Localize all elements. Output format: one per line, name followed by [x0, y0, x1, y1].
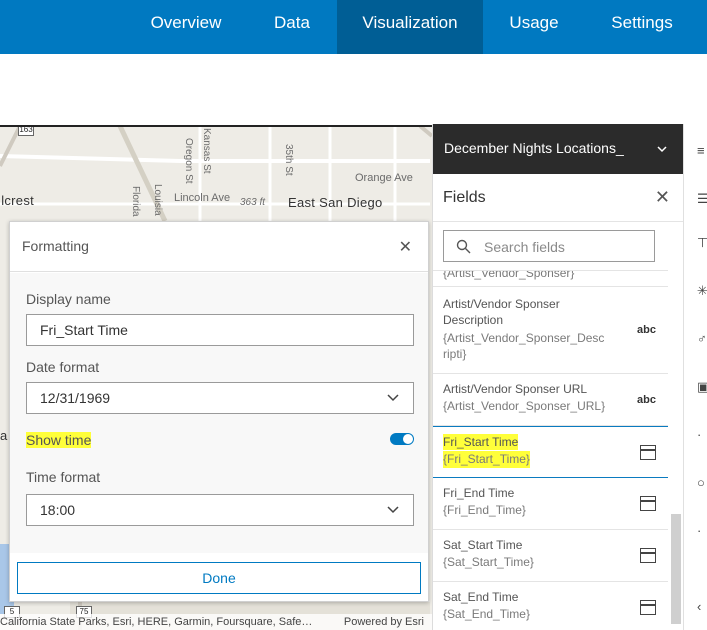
calendar-icon [640, 600, 656, 615]
map-label-orange-ave: Orange Ave [355, 172, 413, 184]
map-label-lincoln-ave: Lincoln Ave [174, 192, 231, 204]
field-name: Description [443, 313, 504, 327]
date-format-select[interactable]: 12/31/1969 [26, 382, 414, 414]
display-name-label: Display name [26, 291, 111, 307]
scrollbar-thumb[interactable] [671, 514, 681, 624]
fields-panel: December Nights Locations_ Fields ✕ Sear… [432, 124, 684, 630]
field-expression: {Fri_Start_Time} [443, 451, 530, 468]
fields-header: Fields ✕ [433, 174, 684, 222]
string-type-icon: abc [637, 394, 656, 406]
filter-icon[interactable]: ⊤ [697, 236, 707, 250]
field-expression: ripti} [443, 347, 467, 361]
formatting-body: Display name Fri_Start Time Date format … [10, 273, 428, 553]
list-item[interactable]: Artist/Vendor Sponser URL {Artist_Vendor… [433, 374, 668, 426]
pop-ups-icon[interactable]: ♂ [697, 332, 707, 346]
powered-by-link[interactable]: Powered by Esri [344, 614, 424, 630]
layers-icon[interactable]: ≡ [697, 144, 707, 158]
search-input[interactable]: Search fields [443, 230, 655, 262]
list-item[interactable]: Fri_Start Time {Fri_Start_Time} [433, 426, 668, 478]
chevron-down-icon [387, 394, 399, 402]
map-attribution: California State Parks, Esri, HERE, Garm… [0, 614, 432, 630]
list-item[interactable]: {Artist_Vendor_Sponser} [433, 270, 668, 287]
display-name-input[interactable]: Fri_Start Time [26, 314, 414, 346]
time-format-value: 18:00 [40, 502, 76, 518]
calendar-icon [640, 548, 656, 563]
date-format-label: Date format [26, 359, 100, 375]
map-label-louisiana: Louisia [152, 184, 163, 216]
map-label-florida: Florida [130, 186, 141, 217]
show-time-label: Show time [26, 432, 92, 448]
attribution-text: California State Parks, Esri, HERE, Garm… [0, 616, 313, 628]
field-name: Artist/Vendor Sponser URL [443, 382, 588, 396]
string-type-icon: abc [637, 324, 656, 336]
field-name: Artist/Vendor Sponser [443, 297, 560, 311]
field-expression: {Sat_Start_Time} [443, 555, 534, 569]
effects-icon[interactable]: ✳ [697, 284, 707, 298]
show-time-toggle[interactable] [390, 433, 414, 445]
map-label-fragment: a [0, 428, 8, 443]
field-expression: {Artist_Vendor_Sponser} [443, 270, 575, 280]
layer-name: December Nights Locations_ [444, 140, 624, 156]
field-name: Fri_Start Time [443, 434, 519, 450]
side-toolbar: ≡ ☰ ⊤ ✳ ♂ ▣ · ○ · ‹ [683, 124, 707, 630]
close-icon[interactable]: ✕ [655, 187, 670, 208]
map-border [0, 125, 432, 127]
field-expression: {Artist_Vendor_Sponser_URL} [443, 399, 606, 413]
tab-overview[interactable]: Overview [137, 0, 235, 54]
tab-visualization[interactable]: Visualization [337, 0, 483, 54]
list-item[interactable]: Artist/Vendor Sponser Description {Artis… [433, 287, 668, 374]
calendar-icon [640, 445, 656, 460]
search-icon [456, 239, 471, 254]
properties-icon[interactable]: · [697, 524, 707, 538]
formatting-header: Formatting ✕ [10, 222, 428, 272]
formatting-title: Formatting [22, 238, 89, 254]
more-icon[interactable]: · [697, 428, 707, 442]
field-name: Sat_Start Time [443, 538, 523, 552]
map-label-35th-st: 35th St [283, 144, 294, 176]
tab-settings[interactable]: Settings [594, 0, 690, 54]
close-icon[interactable]: ✕ [399, 237, 412, 257]
fields-list: {Artist_Vendor_Sponser} Artist/Vendor Sp… [433, 270, 668, 630]
chevron-down-icon [657, 146, 667, 153]
formatting-panel: Formatting ✕ Display name Fri_Start Time… [9, 221, 429, 602]
map-label-oregon-st: Oregon St [183, 138, 194, 184]
search-placeholder: Search fields [484, 239, 565, 255]
field-name: Sat_End Time [443, 590, 519, 604]
highway-shield-icon: 163 [18, 126, 34, 136]
done-button[interactable]: Done [17, 562, 421, 594]
collapse-icon[interactable]: ‹ [697, 600, 707, 614]
list-item[interactable]: Fri_End Time {Fri_End_Time} [433, 478, 668, 530]
field-expression: {Artist_Vendor_Sponser_Desc [443, 331, 605, 345]
map-label-hillcrest: llcrest [0, 193, 35, 208]
styles-icon[interactable]: ☰ [697, 192, 707, 206]
fields-icon[interactable]: ▣ [697, 380, 707, 394]
field-expression: {Fri_End_Time} [443, 503, 526, 517]
field-name: Fri_End Time [443, 486, 515, 500]
calendar-icon [640, 496, 656, 511]
time-format-select[interactable]: 18:00 [26, 494, 414, 526]
top-nav-bar: Overview Data Visualization Usage Settin… [0, 0, 707, 54]
list-item[interactable]: Sat_End Time {Sat_End_Time} [433, 582, 668, 630]
list-item[interactable]: Sat_Start Time {Sat_Start_Time} [433, 530, 668, 582]
field-expression: {Sat_End_Time} [443, 607, 530, 621]
time-format-label: Time format [26, 469, 101, 485]
layer-selector[interactable]: December Nights Locations_ [433, 124, 684, 174]
tab-usage[interactable]: Usage [497, 0, 571, 54]
map-label-east-san-diego: East San Diego [288, 195, 383, 210]
chevron-down-icon [387, 506, 399, 514]
fields-title: Fields [443, 189, 486, 206]
tab-data[interactable]: Data [258, 0, 326, 54]
map-label-elevation: 363 ft [240, 197, 266, 208]
map-label-kansas-st: Kansas St [201, 128, 212, 174]
date-format-value: 12/31/1969 [40, 390, 111, 406]
info-icon[interactable]: ○ [697, 476, 707, 490]
